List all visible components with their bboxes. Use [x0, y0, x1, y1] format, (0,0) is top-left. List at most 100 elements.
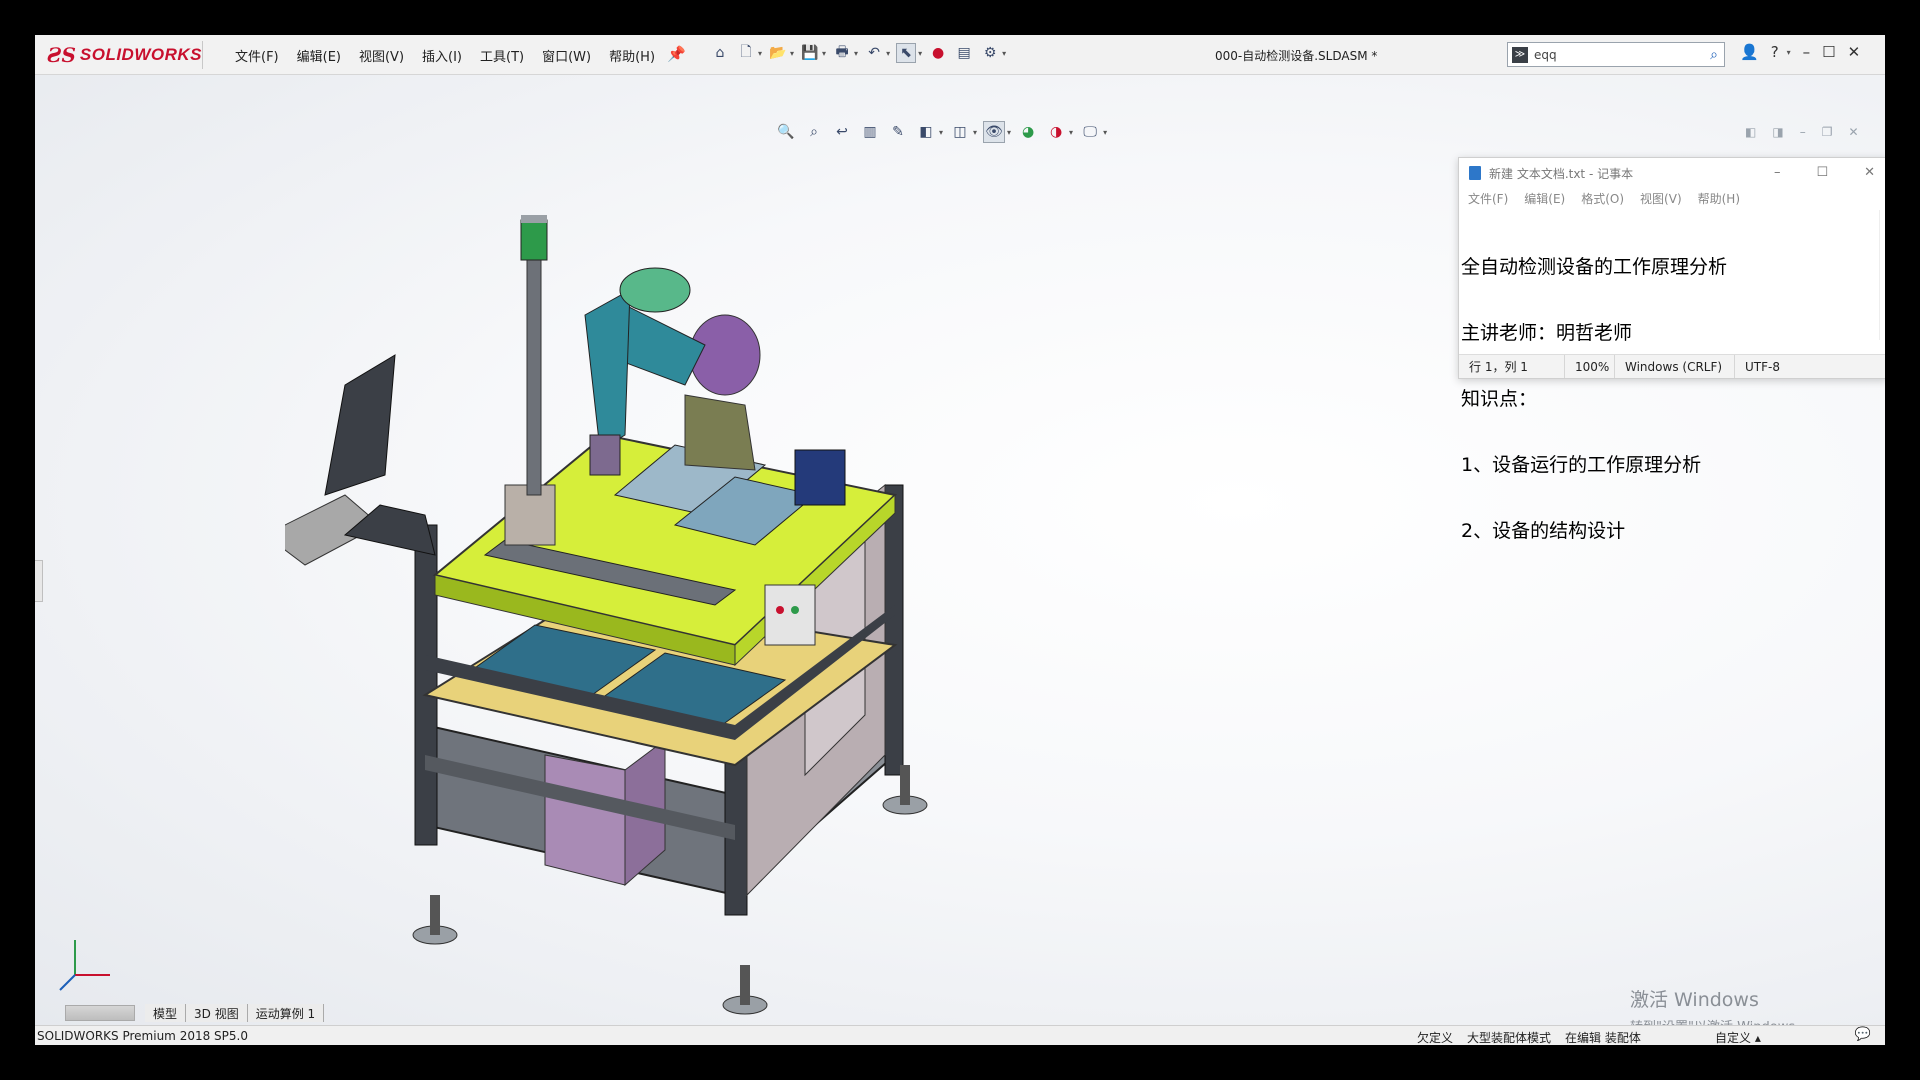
file-properties-icon[interactable]: ▤	[954, 43, 974, 63]
monitor	[285, 354, 436, 566]
search-icon[interactable]: ⌕	[1710, 47, 1718, 63]
maximize-icon[interactable]: ☐	[1816, 165, 1828, 180]
watermark-title: 激活 Windows	[1630, 989, 1759, 1011]
rebuild-icon[interactable]: ●	[928, 43, 948, 63]
chevron-down-icon[interactable]: ▾	[1069, 128, 1073, 137]
menu-separator	[202, 41, 203, 69]
chevron-down-icon[interactable]: ▾	[822, 49, 826, 58]
minimize-icon[interactable]: –	[1803, 43, 1811, 61]
chevron-down-icon[interactable]: ▾	[1787, 48, 1791, 57]
menu-insert[interactable]: 插入(I)	[422, 46, 462, 65]
close-icon[interactable]: ✕	[1848, 43, 1861, 61]
status-large-assembly-mode[interactable]: 大型装配体模式	[1467, 1029, 1551, 1045]
close-icon[interactable]: ✕	[1864, 165, 1875, 180]
main-menu: 文件(F) 编辑(E) 视图(V) 插入(I) 工具(T) 窗口(W) 帮助(H…	[235, 46, 655, 65]
undo-icon[interactable]: ↶	[864, 43, 884, 63]
pin-menu-icon[interactable]: 📌	[667, 45, 686, 63]
chevron-down-icon[interactable]: ▾	[1002, 49, 1006, 58]
chevron-down-icon[interactable]: ▾	[1007, 128, 1011, 137]
chevron-down-icon[interactable]: ▾	[886, 49, 890, 58]
chevron-down-icon[interactable]: ▾	[939, 128, 943, 137]
document-title: 000-自动检测设备.SLDASM *	[1215, 49, 1378, 63]
notepad-title: 新建 文本文档.txt - 记事本	[1489, 166, 1634, 181]
chevron-down-icon[interactable]: ▾	[758, 49, 762, 58]
text-line: 1、设备运行的工作原理分析	[1461, 454, 1702, 476]
previous-view-icon[interactable]: ↩	[831, 121, 853, 143]
tab-3d-view[interactable]: 3D 视图	[186, 1004, 248, 1022]
view-settings-icon[interactable]: 🖵	[1079, 121, 1101, 143]
search-input[interactable]: eqq	[1534, 48, 1557, 62]
view-orientation-icon[interactable]: ◧	[915, 121, 937, 143]
new-document-icon[interactable]: 🗋	[736, 43, 756, 63]
menu-view[interactable]: 视图(V)	[359, 46, 404, 65]
doc-minimize-icon[interactable]: –	[1800, 125, 1806, 139]
encoding: UTF-8	[1745, 359, 1780, 374]
assembly-model[interactable]	[285, 195, 1135, 1015]
maximize-icon[interactable]: ☐	[1822, 43, 1835, 61]
hide-show-items-icon[interactable]: 👁	[983, 121, 1006, 143]
help-question-icon[interactable]: ?	[1771, 43, 1779, 61]
menu-tools[interactable]: 工具(T)	[480, 46, 524, 65]
text-line: 知识点：	[1461, 388, 1538, 410]
search-commands-icon[interactable]: ≫	[1512, 46, 1528, 63]
menu-window[interactable]: 窗口(W)	[542, 46, 591, 65]
notepad-menu-edit[interactable]: 编辑(E)	[1524, 190, 1565, 207]
menu-help[interactable]: 帮助(H)	[609, 46, 655, 65]
units-custom-dropdown[interactable]: 自定义 ▴	[1715, 1029, 1761, 1045]
search-box[interactable]: ≫ eqq ⌕	[1507, 42, 1725, 67]
print-icon[interactable]: 🖶	[832, 43, 852, 63]
user-account-icon[interactable]: 👤	[1740, 43, 1759, 61]
select-cursor-icon[interactable]: ⬉	[896, 43, 917, 63]
cursor-position: 行 1，列 1	[1459, 355, 1565, 378]
status-indicators: 欠定义 大型装配体模式 在编辑 装配体	[1417, 1029, 1641, 1045]
display-style-icon[interactable]: ◫	[949, 121, 971, 143]
text-line: 全自动检测设备的工作原理分析	[1461, 256, 1728, 278]
menu-edit[interactable]: 编辑(E)	[297, 46, 341, 65]
tab-model[interactable]: 模型	[145, 1004, 187, 1022]
options-gear-icon[interactable]: ⚙	[980, 43, 1000, 63]
edit-appearance-icon[interactable]: ◕	[1017, 121, 1039, 143]
notepad-window[interactable]: 新建 文本文档.txt - 记事本 – ☐ ✕ 文件(F) 编辑(E) 格式(O…	[1458, 157, 1885, 542]
chevron-down-icon[interactable]: ▾	[973, 128, 977, 137]
notepad-scrollbar[interactable]	[1879, 210, 1885, 340]
notepad-menu-help[interactable]: 帮助(H)	[1698, 190, 1740, 207]
logo-text: SOLIDWORKS	[79, 45, 202, 64]
zoom-to-fit-icon[interactable]: 🔍	[775, 121, 797, 143]
notepad-statusbar: 行 1，列 1 100% Windows (CRLF) UTF-8	[1459, 354, 1885, 378]
save-icon[interactable]: 💾	[800, 43, 820, 63]
notepad-text-area[interactable]: 全自动检测设备的工作原理分析 主讲老师：明哲老师 知识点： 1、设备运行的工作原…	[1461, 212, 1879, 542]
open-folder-icon[interactable]: 📂	[768, 43, 788, 63]
tile-right-icon[interactable]: ◨	[1772, 125, 1783, 139]
status-underdefined: 欠定义	[1417, 1031, 1454, 1045]
status-editing: 在编辑 装配体	[1565, 1031, 1641, 1045]
notepad-menu-format[interactable]: 格式(O)	[1581, 190, 1624, 207]
tab-scroll-buttons[interactable]	[65, 1005, 135, 1021]
notepad-menu-file[interactable]: 文件(F)	[1468, 190, 1508, 207]
home-icon[interactable]: ⌂	[710, 43, 730, 63]
tab-motion-study[interactable]: 运动算例 1	[247, 1004, 325, 1022]
version-label: SOLIDWORKS Premium 2018 SP5.0	[37, 1029, 248, 1043]
chevron-down-icon[interactable]: ▾	[854, 49, 858, 58]
section-view-icon[interactable]: ▥	[859, 121, 881, 143]
heads-up-view-toolbar: 🔍 ⌕ ↩ ▥ ✎ ◧ ▾ ◫ ▾ 👁 ▾ ◕ ◑ ▾ 🖵 ▾	[775, 121, 1107, 143]
coordinate-triad	[59, 940, 110, 991]
tile-left-icon[interactable]: ◧	[1745, 125, 1756, 139]
doc-restore-icon[interactable]: ❐	[1822, 125, 1833, 139]
chevron-down-icon[interactable]: ▾	[1103, 128, 1107, 137]
minimize-icon[interactable]: –	[1774, 165, 1781, 180]
feature-manager-toggle[interactable]	[35, 560, 43, 602]
notepad-menu-view[interactable]: 视图(V)	[1640, 190, 1682, 207]
doc-close-icon[interactable]: ✕	[1848, 125, 1858, 139]
document-window-controls: ◧ ◨ – ❐ ✕	[1745, 125, 1859, 139]
chevron-down-icon[interactable]: ▾	[918, 49, 922, 58]
notepad-window-controls: – ☐ ✕	[1774, 165, 1875, 180]
zoom-level: 100%	[1565, 355, 1615, 378]
chevron-down-icon[interactable]: ▾	[790, 49, 794, 58]
notepad-menu: 文件(F) 编辑(E) 格式(O) 视图(V) 帮助(H)	[1459, 188, 1885, 208]
dynamic-annotation-icon[interactable]: ✎	[887, 121, 909, 143]
zoom-to-area-icon[interactable]: ⌕	[803, 121, 825, 143]
menu-file[interactable]: 文件(F)	[235, 46, 279, 65]
solidworks-logo[interactable]: ƧS SOLIDWORKS	[47, 41, 202, 69]
quick-tips-icon[interactable]: 💬	[1855, 1027, 1871, 1042]
apply-scene-icon[interactable]: ◑	[1045, 121, 1067, 143]
